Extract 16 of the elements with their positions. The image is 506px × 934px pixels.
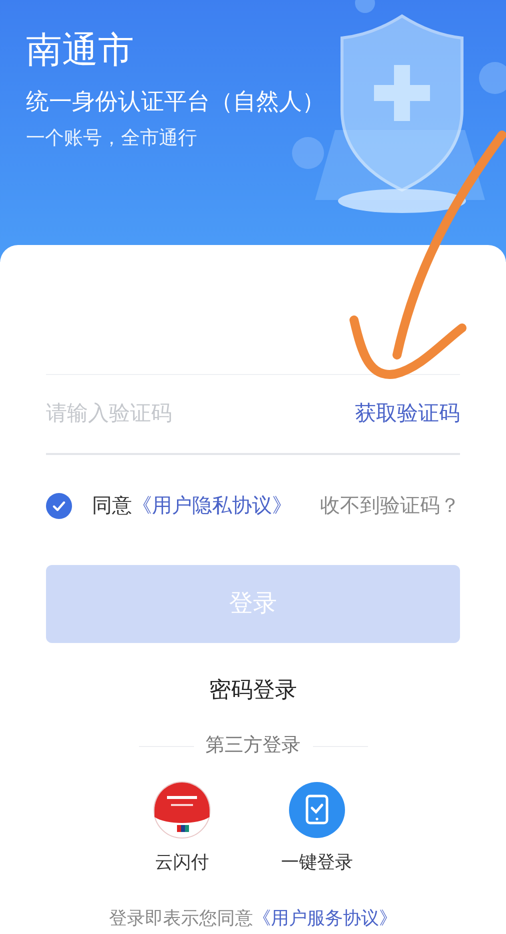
unionpay-icon <box>153 780 211 838</box>
platform-title: 统一身份认证平台（自然人） <box>26 87 325 116</box>
tablet-check-icon <box>288 780 346 838</box>
service-agreement-link[interactable]: 《用户服务协议》 <box>253 908 397 928</box>
no-code-link[interactable]: 收不到验证码？ <box>320 491 460 521</box>
footer-text: 登录即表示您同意 <box>109 908 253 928</box>
login-option-label[interactable]: 一键登录 <box>281 848 353 876</box>
city-title: 南通市 <box>26 28 135 72</box>
agreement-text: 同意《用户隐私协议》 <box>92 494 292 519</box>
get-code-link[interactable]: 获取验证码 <box>355 398 460 430</box>
password-login-link[interactable]: 密码登录 <box>209 673 297 706</box>
third-party-title: 第三方登录 <box>206 734 300 758</box>
login-option-label[interactable]: 云闪付 <box>155 848 209 876</box>
code-input-field[interactable]: 请输入验证码 <box>46 398 355 430</box>
agree-checkbox[interactable] <box>46 493 72 519</box>
tagline: 一个账号，全市通行 <box>26 127 198 151</box>
